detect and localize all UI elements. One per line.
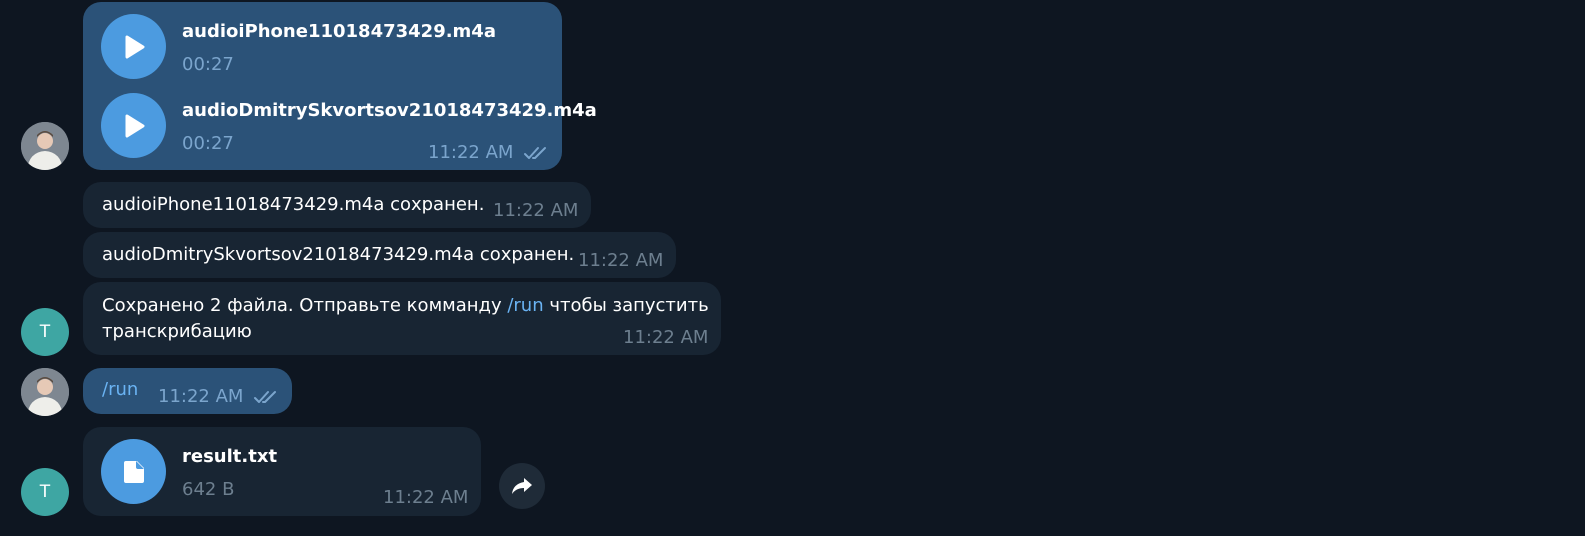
saved-message-2: audioDmitrySkvortsov21018473429.m4a сохр… <box>83 232 676 278</box>
message-time: 11:22 AM <box>578 250 664 271</box>
message-text-segment: Сохранено 2 файла. Отправьте комманду <box>102 295 508 316</box>
command-link[interactable]: /run <box>102 377 138 403</box>
message-time: 11:22 AM <box>623 327 709 348</box>
message-time: 11:22 AM <box>383 487 469 508</box>
message-text: audioiPhone11018473429.m4a сохранен. <box>102 194 485 215</box>
message-text-line-2: транскрибацию <box>102 321 252 342</box>
run-command-message: /run 11:22 AM <box>83 368 292 414</box>
message-text-segment: чтобы запустить <box>543 295 709 316</box>
play-icon <box>125 35 144 58</box>
play-button-1[interactable] <box>101 14 166 79</box>
audio-file-name-2[interactable]: audioDmitrySkvortsov21018473429.m4a <box>182 100 597 121</box>
audio-file-name-1[interactable]: audioiPhone11018473429.m4a <box>182 21 496 42</box>
user-avatar[interactable] <box>21 122 69 170</box>
bot-avatar[interactable]: T <box>21 308 69 356</box>
message-time: 11:22 AM <box>428 142 514 163</box>
audio-group-message: audioiPhone11018473429.m4a 00:27 audioDm… <box>83 2 597 170</box>
saved-message-1: audioiPhone11018473429.m4a сохранен. 11:… <box>83 182 591 228</box>
command-link[interactable]: /run <box>507 295 543 316</box>
play-icon <box>125 114 144 137</box>
result-file-message: result.txt 642 B 11:22 AM <box>83 427 481 516</box>
forward-button[interactable] <box>499 463 545 509</box>
bot-prompt-message: Сохранено 2 файла. Отправьте комманду /r… <box>83 282 721 355</box>
document-icon <box>123 460 144 483</box>
message-time: 11:22 AM <box>493 200 579 221</box>
file-size: 642 B <box>182 479 235 500</box>
message-text-line-1: Сохранено 2 файла. Отправьте комманду /r… <box>102 293 709 319</box>
user-avatar[interactable] <box>21 368 69 416</box>
bot-avatar[interactable]: T <box>21 468 69 516</box>
file-name[interactable]: result.txt <box>182 446 277 467</box>
message-text: audioDmitrySkvortsov21018473429.m4a сохр… <box>102 244 575 265</box>
file-download-button[interactable] <box>101 439 166 504</box>
audio-duration-1: 00:27 <box>182 54 234 75</box>
forward-icon <box>512 478 532 494</box>
double-check-icon <box>254 391 276 403</box>
double-check-icon <box>524 147 546 159</box>
play-button-2[interactable] <box>101 93 166 158</box>
message-time: 11:22 AM <box>158 386 244 407</box>
audio-duration-2: 00:27 <box>182 133 234 154</box>
